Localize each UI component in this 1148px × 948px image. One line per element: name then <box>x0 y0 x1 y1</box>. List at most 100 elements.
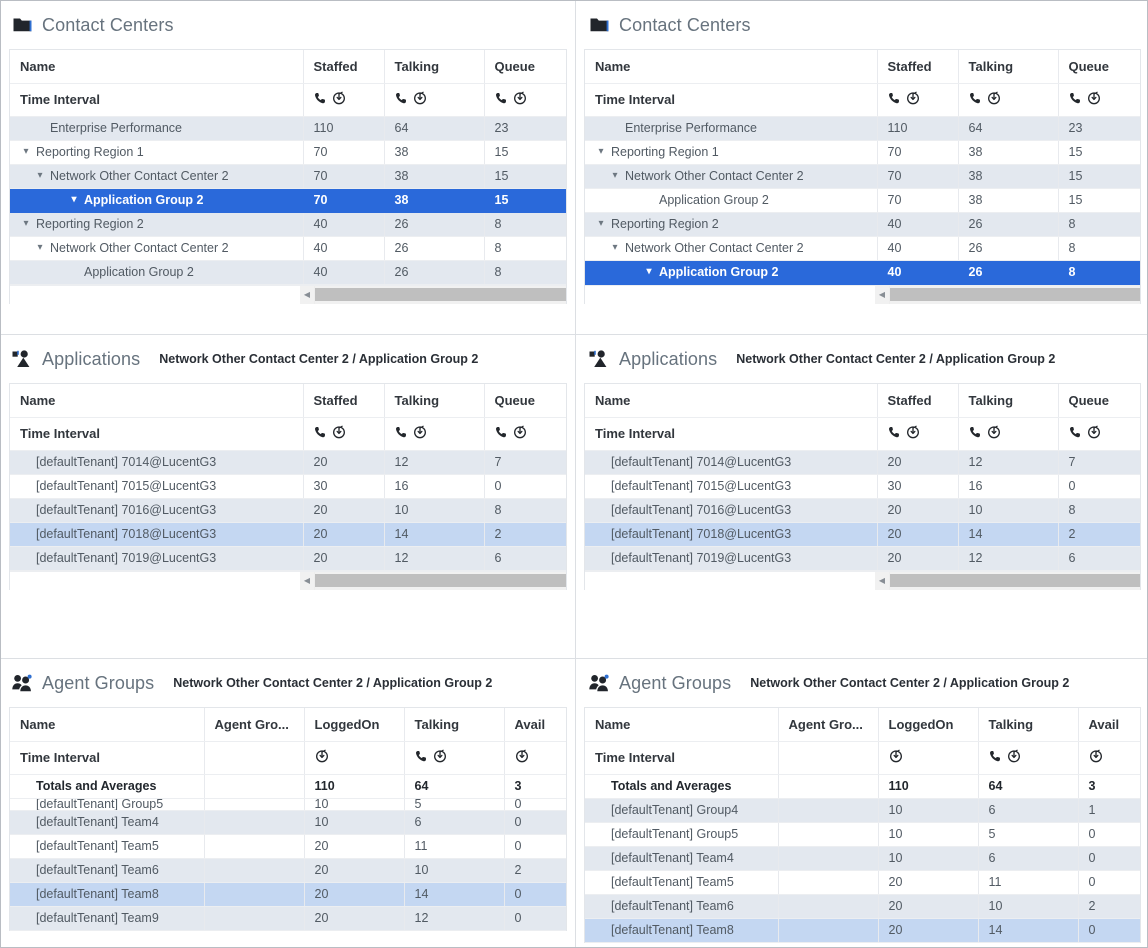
table-row[interactable]: ▾ Totals and Averages 110643 <box>10 774 566 799</box>
column-header[interactable]: Agent Gro... <box>778 708 879 742</box>
metric-icons-cell <box>877 83 959 117</box>
chevron-down-icon: ▾ <box>20 913 32 923</box>
column-header[interactable]: Staffed <box>303 50 385 84</box>
scrollbar-thumb[interactable] <box>315 288 566 301</box>
scroll-left-arrow-icon[interactable]: ◀ <box>300 571 314 590</box>
column-header[interactable]: Name <box>10 50 304 84</box>
column-header[interactable]: Talking <box>384 50 485 84</box>
table-row[interactable]: ▾ [defaultTenant] 7015@LucentG3 30160 <box>10 474 566 499</box>
scroll-left-arrow-icon[interactable]: ◀ <box>875 285 889 304</box>
column-header[interactable]: Talking <box>384 384 485 418</box>
table-row[interactable]: ▾ Network Other Contact Center 2 70 38 15 <box>10 164 566 189</box>
column-header[interactable]: LoggedOn <box>304 708 405 742</box>
table-row[interactable]: ▾ [defaultTenant] 7018@LucentG3 20142 <box>585 522 1140 547</box>
scrollbar-track[interactable] <box>314 571 566 590</box>
column-header[interactable]: Agent Gro... <box>204 708 305 742</box>
table-row[interactable]: ▾ [defaultTenant] Team8 20140 <box>10 882 566 907</box>
table-row[interactable]: ▾ Application Group 2 40268 <box>585 260 1140 285</box>
row-value-cell: 12 <box>384 546 485 571</box>
row-value-cell: 10 <box>878 846 979 871</box>
column-header[interactable]: Queue <box>484 50 566 84</box>
table-row[interactable]: ▾ Reporting Region 2 40 26 8 <box>585 212 1140 237</box>
chevron-down-icon[interactable]: ▾ <box>609 243 621 253</box>
table-row[interactable]: ▾ [defaultTenant] Team6 20102 <box>585 894 1140 919</box>
horizontal-scrollbar[interactable]: ◀ <box>585 284 1140 304</box>
table-row[interactable]: ▾ [defaultTenant] 7018@LucentG3 20142 <box>10 522 566 547</box>
table-row[interactable]: ▾ [defaultTenant] Team9 20120 <box>10 906 566 931</box>
scrollbar-thumb[interactable] <box>890 288 1140 301</box>
column-header[interactable]: Name <box>10 384 304 418</box>
scrollbar-track[interactable] <box>889 571 1140 590</box>
phone-icon <box>1069 426 1082 439</box>
table-row[interactable]: ▾ [defaultTenant] Team4 1060 <box>10 810 566 835</box>
table-row[interactable]: ▾ [defaultTenant] Group4 1061 <box>585 798 1140 823</box>
table-row[interactable]: ▾ Application Group 2 40268 <box>10 260 566 285</box>
chevron-down-icon[interactable]: ▾ <box>34 171 46 181</box>
horizontal-scrollbar[interactable]: ◀ <box>10 570 566 590</box>
column-header[interactable]: Queue <box>1058 50 1140 84</box>
table-row[interactable]: ▾ Enterprise Performance 1106423 <box>585 116 1140 141</box>
column-header[interactable]: Name <box>585 384 878 418</box>
column-header[interactable]: Talking <box>404 708 505 742</box>
horizontal-scrollbar[interactable]: ◀ <box>585 570 1140 590</box>
column-header[interactable]: Staffed <box>303 384 385 418</box>
row-value-cell: 15 <box>1058 188 1140 213</box>
row-value-cell: 7 <box>1058 450 1140 475</box>
scroll-left-arrow-icon[interactable]: ◀ <box>300 285 314 304</box>
table-row[interactable]: ▾ [defaultTenant] 7014@LucentG3 20127 <box>10 450 566 475</box>
table-row[interactable]: ▾ Reporting Region 2 40 26 8 <box>10 212 566 237</box>
row-name-cell: ▾ [defaultTenant] Team4 <box>585 846 779 871</box>
column-header[interactable]: Talking <box>958 384 1059 418</box>
column-header[interactable]: Avail <box>504 708 566 742</box>
table-row[interactable]: ▾ [defaultTenant] 7015@LucentG3 30160 <box>585 474 1140 499</box>
chevron-down-icon[interactable]: ▾ <box>595 219 607 229</box>
table-row[interactable]: ▾ [defaultTenant] Team6 20102 <box>10 858 566 883</box>
scrollbar-thumb[interactable] <box>315 574 566 587</box>
table-row[interactable]: ▾ Application Group 2 703815 <box>585 188 1140 213</box>
table-row[interactable]: ▾ [defaultTenant] 7016@LucentG3 20108 <box>585 498 1140 523</box>
column-header[interactable]: Avail <box>1078 708 1140 742</box>
table-row[interactable]: ▾ Application Group 2 703815 <box>10 188 566 213</box>
chevron-down-icon: ▾ <box>595 481 607 491</box>
horizontal-scrollbar[interactable]: ◀ <box>10 284 566 304</box>
row-value-cell: 8 <box>1058 260 1140 285</box>
column-header[interactable]: Name <box>10 708 205 742</box>
chevron-down-icon[interactable]: ▾ <box>34 243 46 253</box>
scrollbar-track[interactable] <box>889 285 1140 304</box>
column-header[interactable]: Staffed <box>877 384 959 418</box>
table-row[interactable]: ▾ Totals and Averages 110643 <box>585 774 1140 799</box>
table-row[interactable]: ▾ [defaultTenant] 7016@LucentG3 20108 <box>10 498 566 523</box>
column-header[interactable]: Name <box>585 708 779 742</box>
chevron-down-icon[interactable]: ▾ <box>20 219 32 229</box>
table-row[interactable]: ▾ [defaultTenant] Team5 20110 <box>585 870 1140 895</box>
scrollbar-track[interactable] <box>314 285 566 304</box>
scrollbar-thumb[interactable] <box>890 574 1140 587</box>
table-row[interactable]: ▾ Reporting Region 1 70 38 15 <box>10 140 566 165</box>
column-header[interactable]: LoggedOn <box>878 708 979 742</box>
chevron-down-icon[interactable]: ▾ <box>595 147 607 157</box>
table-row[interactable]: ▾ Network Other Contact Center 2 40 26 8 <box>10 236 566 261</box>
column-header[interactable]: Name <box>585 50 878 84</box>
table-row[interactable]: ▾ [defaultTenant] Team8 20140 <box>585 918 1140 943</box>
column-header[interactable]: Queue <box>1058 384 1140 418</box>
column-header[interactable]: Staffed <box>877 50 959 84</box>
column-header[interactable]: Talking <box>958 50 1059 84</box>
column-header[interactable]: Talking <box>978 708 1079 742</box>
table-row[interactable]: ▾ [defaultTenant] 7019@LucentG3 20126 <box>585 546 1140 571</box>
scroll-left-arrow-icon[interactable]: ◀ <box>875 571 889 590</box>
row-name: [defaultTenant] 7016@LucentG3 <box>611 503 792 517</box>
table-row[interactable]: ▾ Reporting Region 1 70 38 15 <box>585 140 1140 165</box>
table-row[interactable]: ▾ [defaultTenant] Team5 20110 <box>10 834 566 859</box>
chevron-down-icon[interactable]: ▾ <box>609 171 621 181</box>
table-row[interactable]: ▾ Network Other Contact Center 2 40 26 8 <box>585 236 1140 261</box>
column-header[interactable]: Queue <box>484 384 566 418</box>
table-row[interactable]: ▾ [defaultTenant] 7019@LucentG3 20126 <box>10 546 566 571</box>
table-row[interactable]: ▾ [defaultTenant] Group5 1050 <box>585 822 1140 847</box>
metric-icons-cell <box>304 741 405 775</box>
table-row[interactable]: ▾ [defaultTenant] Team4 1060 <box>585 846 1140 871</box>
chevron-down-icon[interactable]: ▾ <box>20 147 32 157</box>
table-row[interactable]: ▾ [defaultTenant] Group5 1050 <box>10 798 566 811</box>
table-row[interactable]: ▾ Network Other Contact Center 2 70 38 15 <box>585 164 1140 189</box>
table-row[interactable]: ▾ Enterprise Performance 1106423 <box>10 116 566 141</box>
table-row[interactable]: ▾ [defaultTenant] 7014@LucentG3 20127 <box>585 450 1140 475</box>
